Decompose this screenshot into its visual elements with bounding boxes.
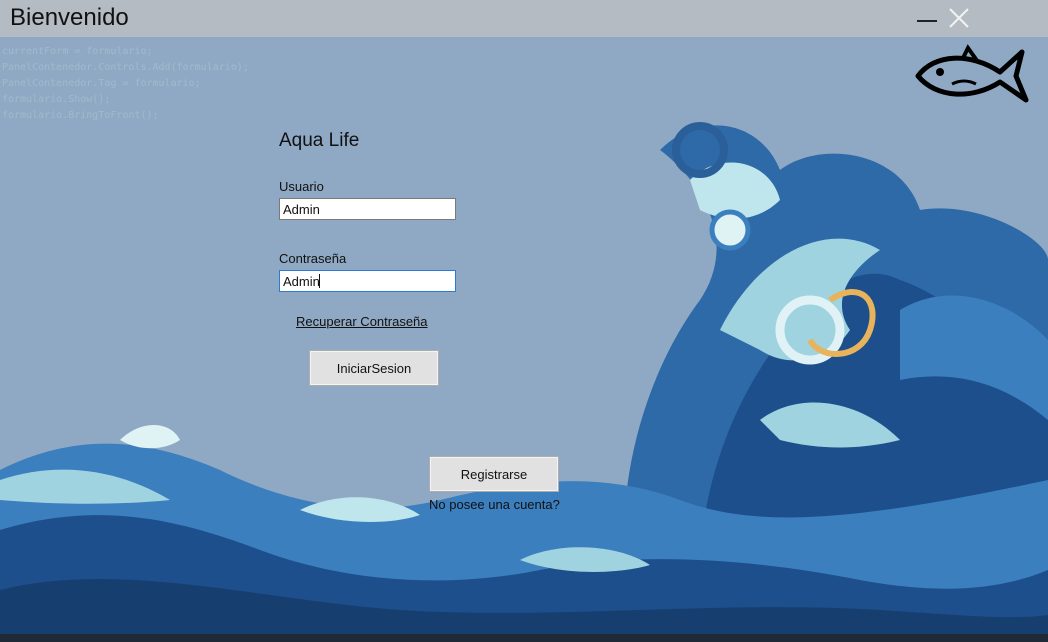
username-field[interactable] <box>279 198 456 220</box>
no-account-text: No posee una cuenta? <box>429 497 560 512</box>
close-icon <box>949 8 969 28</box>
text-caret <box>319 274 320 288</box>
login-button[interactable]: IniciarSesion <box>309 350 439 386</box>
wave-illustration <box>0 122 1048 642</box>
fish-icon <box>915 44 1029 103</box>
close-button[interactable] <box>946 5 972 31</box>
register-button[interactable]: Registrarse <box>429 456 559 492</box>
taskbar-strip <box>0 634 1048 642</box>
app-name: Aqua Life <box>279 130 360 151</box>
username-label: Usuario <box>279 179 324 194</box>
minimize-button[interactable] <box>914 5 940 31</box>
title-bar <box>0 0 1048 37</box>
window-title: Bienvenido <box>10 4 129 31</box>
minimize-icon <box>917 20 937 22</box>
recover-password-link[interactable]: Recuperar Contraseña <box>296 314 428 329</box>
password-label: Contraseña <box>279 251 347 266</box>
password-field[interactable] <box>279 270 456 292</box>
